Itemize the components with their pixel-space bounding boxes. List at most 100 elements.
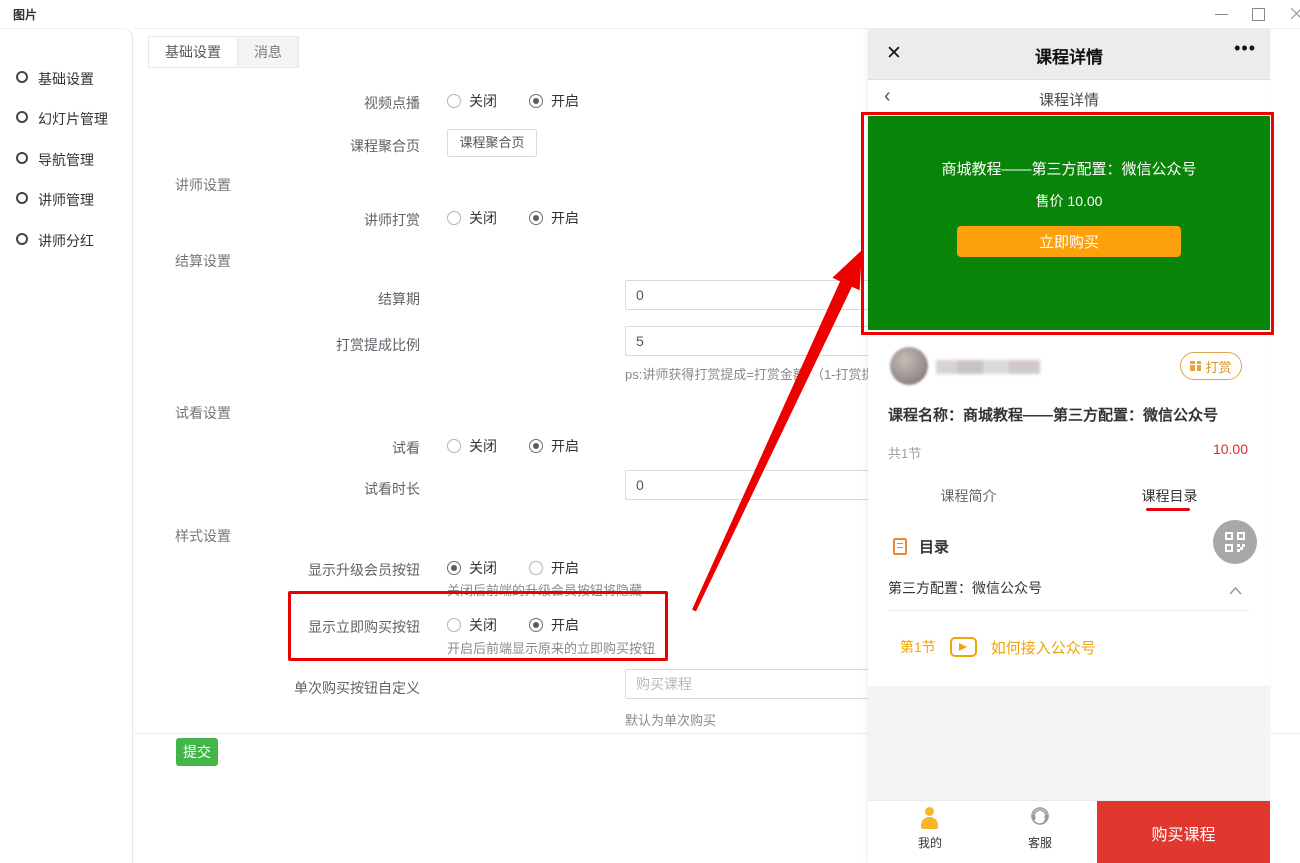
radio-trial-on[interactable]: 开启 xyxy=(529,436,579,456)
radio-upgrade-off[interactable]: 关闭 xyxy=(447,558,497,578)
radio-vod-on[interactable]: 开启 xyxy=(529,91,579,111)
lesson-count: 共1节 xyxy=(888,443,921,462)
field-label: 显示升级会员按钮 xyxy=(134,560,420,580)
page-nav: ‹ 课程详情 xyxy=(868,80,1270,116)
field-label: 单次购买按钮自定义 xyxy=(134,678,420,698)
tab-course-intro[interactable]: 课程简介 xyxy=(868,486,1069,506)
teacher-row: 打赏 xyxy=(868,340,1270,394)
radio-upgrade-on[interactable]: 开启 xyxy=(529,558,579,578)
course-price: 10.00 xyxy=(1213,441,1248,457)
qr-code-icon xyxy=(1225,532,1245,552)
radio-icon xyxy=(447,211,461,225)
video-icon xyxy=(950,637,977,657)
lesson-title: 如何接入公众号 xyxy=(991,637,1096,658)
active-tab-underline xyxy=(1146,508,1190,511)
sidebar-item-teacher-dividend[interactable]: 讲师分红 xyxy=(0,229,133,251)
field-help: 开启后前端显示原来的立即购买按钮 xyxy=(447,638,655,657)
section-settlement-settings: 结算设置 xyxy=(175,251,231,271)
more-menu-icon[interactable]: ••• xyxy=(1234,38,1256,59)
chevron-up-icon xyxy=(1229,582,1242,600)
course-name: 课程名称：商城教程——第三方配置：微信公众号 xyxy=(888,404,1258,425)
buy-now-button[interactable]: 立即购买 xyxy=(957,226,1181,257)
aggregate-page-button[interactable]: 课程聚合页 xyxy=(447,129,537,157)
radio-icon xyxy=(529,94,543,108)
window-title: 图片 xyxy=(13,6,37,23)
circle-icon xyxy=(16,111,28,123)
radio-vod-off[interactable]: 关闭 xyxy=(447,91,497,111)
circle-icon xyxy=(16,192,28,204)
field-label: 试看时长 xyxy=(134,479,420,499)
tab-basic-settings[interactable]: 基础设置 xyxy=(149,37,237,67)
purchase-course-button[interactable]: 购买课程 xyxy=(1097,801,1270,863)
field-help: 关闭后前端的升级会员按钮将隐藏 xyxy=(447,580,642,599)
radio-label: 开启 xyxy=(551,436,579,456)
sidebar-item-label: 基础设置 xyxy=(38,69,94,89)
chapter-divider xyxy=(888,610,1250,611)
tabbar-service[interactable]: 客服 xyxy=(1000,801,1080,858)
radio-label: 开启 xyxy=(551,208,579,228)
window-titlebar: 图片 xyxy=(0,0,1300,28)
tabbar-label: 客服 xyxy=(1000,834,1080,851)
wechat-header: ✕ 课程详情 ••• xyxy=(868,28,1270,80)
blurred-teacher-name xyxy=(936,360,1040,374)
reward-button[interactable]: 打赏 xyxy=(1180,352,1242,380)
radio-label: 关闭 xyxy=(469,615,497,635)
circle-icon xyxy=(16,233,28,245)
circle-icon xyxy=(16,152,28,164)
person-icon xyxy=(921,807,939,831)
reward-label: 打赏 xyxy=(1205,357,1231,376)
radio-label: 关闭 xyxy=(469,558,497,578)
sidebar-item-basic-settings[interactable]: 基础设置 xyxy=(0,67,133,89)
headset-icon xyxy=(1030,806,1050,833)
close-button-icon[interactable] xyxy=(1282,0,1300,28)
radio-icon xyxy=(447,94,461,108)
lesson-row[interactable]: 第1节 如何接入公众号 xyxy=(900,636,1096,658)
document-icon xyxy=(893,538,907,555)
field-label: 视频点播 xyxy=(134,93,420,113)
content-spacer xyxy=(868,686,1270,800)
sidebar-item-label: 幻灯片管理 xyxy=(38,109,108,129)
bottom-tabbar: 我的 客服 购买课程 xyxy=(868,800,1270,863)
maximize-button-icon[interactable] xyxy=(1244,0,1272,28)
field-label: 试看 xyxy=(134,438,420,458)
sidebar-item-slides[interactable]: 幻灯片管理 xyxy=(0,107,133,129)
field-label: 结算期 xyxy=(134,289,420,309)
nav-title: 课程详情 xyxy=(868,89,1270,110)
radio-icon xyxy=(529,439,543,453)
sidebar-item-teachers[interactable]: 讲师管理 xyxy=(0,188,133,210)
radio-icon xyxy=(529,618,543,632)
tab-messages[interactable]: 消息 xyxy=(237,37,298,67)
banner-price: 售价 10.00 xyxy=(868,191,1270,211)
chapter-row[interactable]: 第三方配置：微信公众号 xyxy=(888,578,1250,598)
banner-course-title: 商城教程——第三方配置：微信公众号 xyxy=(868,158,1270,179)
circle-icon xyxy=(16,71,28,83)
submit-button[interactable]: 提交 xyxy=(176,738,218,766)
gift-icon xyxy=(1190,361,1201,371)
radio-icon xyxy=(447,561,461,575)
field-help: 默认为单次购买 xyxy=(625,710,716,729)
field-label: 课程聚合页 xyxy=(134,136,420,156)
radio-icon xyxy=(447,618,461,632)
radio-reward-off[interactable]: 关闭 xyxy=(447,208,497,228)
radio-label: 开启 xyxy=(551,558,579,578)
radio-reward-on[interactable]: 开启 xyxy=(529,208,579,228)
course-tabs: 课程简介 课程目录 xyxy=(868,478,1270,514)
tab-course-catalog[interactable]: 课程目录 xyxy=(1069,486,1270,506)
sidebar-item-navigation[interactable]: 导航管理 xyxy=(0,148,133,170)
tab-bar: 基础设置 消息 xyxy=(148,36,299,68)
tabbar-mine[interactable]: 我的 xyxy=(890,801,970,858)
catalog-header: 目录 xyxy=(893,535,949,557)
field-label: 讲师打赏 xyxy=(134,210,420,230)
page-title: 课程详情 xyxy=(868,43,1270,68)
radio-buynow-off[interactable]: 关闭 xyxy=(447,615,497,635)
minimize-button-icon[interactable] xyxy=(1208,0,1236,28)
qr-code-button[interactable] xyxy=(1213,520,1257,564)
radio-label: 关闭 xyxy=(469,208,497,228)
section-trial-settings: 试看设置 xyxy=(175,403,231,423)
sidebar-item-label: 讲师管理 xyxy=(38,190,94,210)
app-window: 图片 基础设置 幻灯片管理 导航管理 讲师管理 讲师分红 基础设置 xyxy=(0,0,1300,863)
radio-buynow-on[interactable]: 开启 xyxy=(529,615,579,635)
course-banner: 商城教程——第三方配置：微信公众号 售价 10.00 立即购买 xyxy=(868,116,1270,330)
sidebar: 基础设置 幻灯片管理 导航管理 讲师管理 讲师分红 xyxy=(0,28,133,863)
radio-trial-off[interactable]: 关闭 xyxy=(447,436,497,456)
